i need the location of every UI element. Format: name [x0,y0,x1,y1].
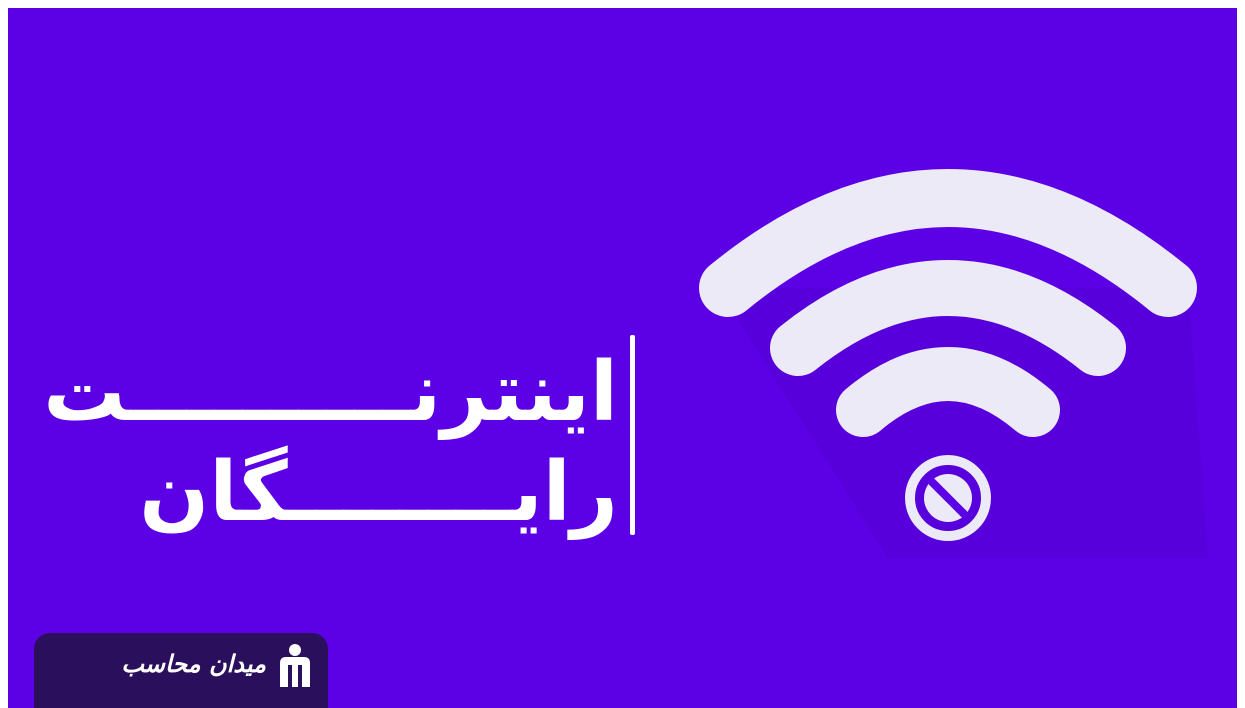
title-line-2: رایــــــــگان [139,445,618,540]
brand-logo-text: میدان محاسب [121,649,266,678]
brand-logo: میدان محاسب [34,633,328,708]
logo-icon [280,644,310,687]
title-line-1: اینترنــــــــــت [43,345,618,440]
banner-title: اینترنــــــــــت رایــــــــگان [43,343,618,543]
title-divider [630,335,635,535]
banner: اینترنــــــــــت رایــــــــگان [8,8,1237,708]
wifi-icon [699,169,1208,558]
